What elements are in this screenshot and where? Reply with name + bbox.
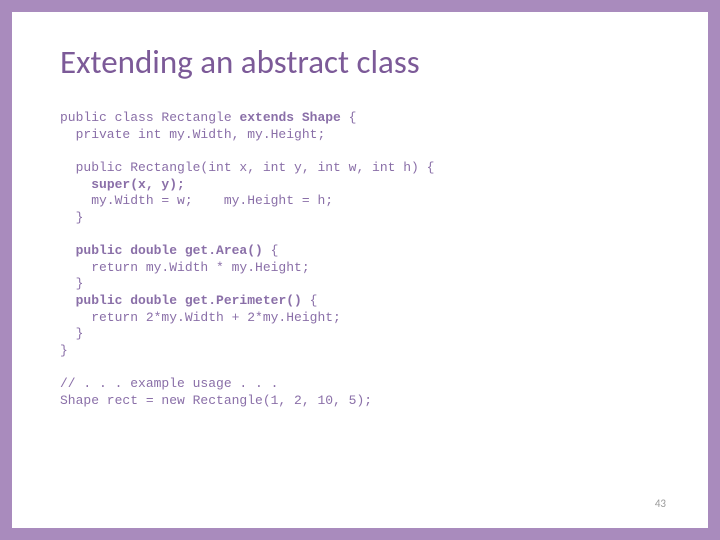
code-line: private int my.Width, my.Height; xyxy=(60,127,325,142)
page-number: 43 xyxy=(655,497,666,510)
code-line: } xyxy=(60,210,83,225)
code-line: { xyxy=(302,293,318,308)
code-line: } xyxy=(60,276,83,291)
code-strong: public double get.Perimeter() xyxy=(76,293,302,308)
code-line: { xyxy=(341,110,357,125)
code-block: public class Rectangle extends Shape { p… xyxy=(60,110,660,409)
code-strong: extends Shape xyxy=(239,110,340,125)
code-strong: public double get.Area() xyxy=(76,243,263,258)
slide: Extending an abstract class public class… xyxy=(0,0,720,540)
code-strong: super(x, y); xyxy=(91,177,185,192)
code-line: Shape rect = new Rectangle(1, 2, 10, 5); xyxy=(60,393,372,408)
code-line xyxy=(60,243,76,258)
code-line: return my.Width * my.Height; xyxy=(60,260,310,275)
code-line: public class Rectangle xyxy=(60,110,239,125)
code-line: } xyxy=(60,343,68,358)
code-line: public Rectangle(int x, int y, int w, in… xyxy=(60,160,434,175)
code-line xyxy=(60,177,91,192)
code-line: my.Width = w; my.Height = h; xyxy=(60,193,333,208)
code-line: return 2*my.Width + 2*my.Height; xyxy=(60,310,341,325)
code-line: // . . . example usage . . . xyxy=(60,376,278,391)
code-line: } xyxy=(60,326,83,341)
code-line: { xyxy=(263,243,279,258)
slide-title: Extending an abstract class xyxy=(60,42,660,82)
code-line xyxy=(60,293,76,308)
